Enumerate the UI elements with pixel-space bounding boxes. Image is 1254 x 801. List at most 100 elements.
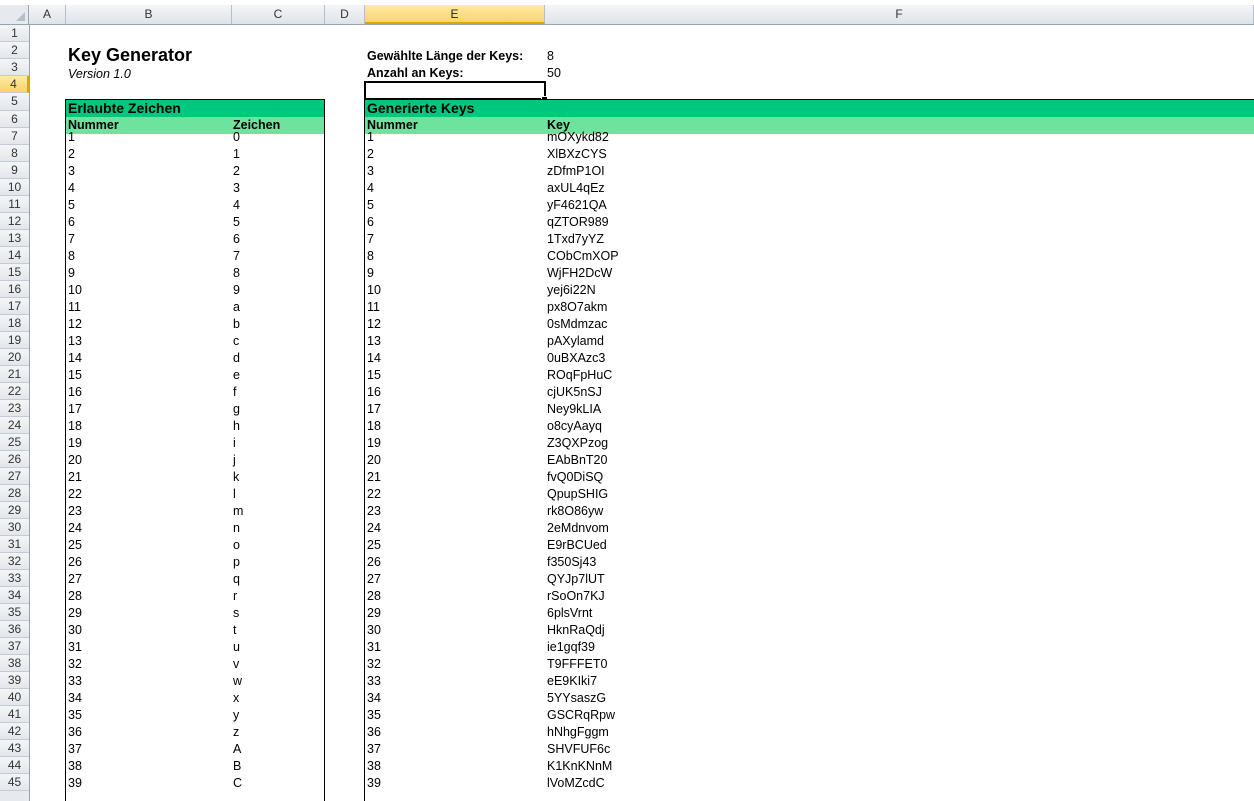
key-row-nummer[interactable]: 36 bbox=[367, 724, 381, 741]
row-header-38[interactable]: 38 bbox=[0, 655, 29, 672]
row-header-18[interactable]: 18 bbox=[0, 315, 29, 332]
key-row-nummer[interactable]: 6 bbox=[367, 214, 374, 231]
allowed-row-value[interactable]: 6 bbox=[233, 231, 240, 248]
allowed-row-nummer[interactable]: 15 bbox=[68, 367, 82, 384]
key-row-value[interactable]: HknRaQdj bbox=[547, 622, 605, 639]
row-header-36[interactable]: 36 bbox=[0, 621, 29, 638]
row-header-33[interactable]: 33 bbox=[0, 570, 29, 587]
allowed-row-nummer[interactable]: 32 bbox=[68, 656, 82, 673]
allowed-row-nummer[interactable]: 24 bbox=[68, 520, 82, 537]
key-row-nummer[interactable]: 4 bbox=[367, 180, 374, 197]
allowed-row-nummer[interactable]: 14 bbox=[68, 350, 82, 367]
key-row-nummer[interactable]: 8 bbox=[367, 248, 374, 265]
allowed-row-value[interactable]: q bbox=[233, 571, 240, 588]
key-row-value[interactable]: ie1gqf39 bbox=[547, 639, 595, 656]
allowed-row-nummer[interactable]: 31 bbox=[68, 639, 82, 656]
column-header-c[interactable]: C bbox=[232, 5, 325, 24]
column-header-a[interactable]: A bbox=[29, 5, 66, 24]
row-header-4[interactable]: 4 bbox=[0, 76, 29, 93]
allowed-row-value[interactable]: 5 bbox=[233, 214, 240, 231]
row-header-13[interactable]: 13 bbox=[0, 230, 29, 247]
key-row-value[interactable]: 2eMdnvom bbox=[547, 520, 609, 537]
key-row-nummer[interactable]: 13 bbox=[367, 333, 381, 350]
allowed-row-value[interactable]: x bbox=[233, 690, 239, 707]
key-row-nummer[interactable]: 23 bbox=[367, 503, 381, 520]
key-row-value[interactable]: ROqFpHuC bbox=[547, 367, 612, 384]
allowed-row-nummer[interactable]: 29 bbox=[68, 605, 82, 622]
key-row-nummer[interactable]: 3 bbox=[367, 163, 374, 180]
row-header-10[interactable]: 10 bbox=[0, 179, 29, 196]
column-header-f[interactable]: F bbox=[545, 5, 1254, 24]
row-header-34[interactable]: 34 bbox=[0, 587, 29, 604]
allowed-row-nummer[interactable]: 3 bbox=[68, 163, 75, 180]
key-row-value[interactable]: eE9KIki7 bbox=[547, 673, 597, 690]
allowed-row-nummer[interactable]: 12 bbox=[68, 316, 82, 333]
allowed-row-value[interactable]: C bbox=[233, 775, 242, 792]
row-header-32[interactable]: 32 bbox=[0, 553, 29, 570]
key-row-value[interactable]: QpupSHIG bbox=[547, 486, 608, 503]
key-row-value[interactable]: K1KnKNnM bbox=[547, 758, 612, 775]
key-row-nummer[interactable]: 24 bbox=[367, 520, 381, 537]
key-row-nummer[interactable]: 21 bbox=[367, 469, 381, 486]
allowed-row-value[interactable]: o bbox=[233, 537, 240, 554]
count-value[interactable]: 50 bbox=[547, 65, 561, 82]
allowed-row-nummer[interactable]: 16 bbox=[68, 384, 82, 401]
key-row-value[interactable]: XlBXzCYS bbox=[547, 146, 607, 163]
allowed-row-nummer[interactable]: 11 bbox=[68, 299, 81, 316]
allowed-row-nummer[interactable]: 8 bbox=[68, 248, 75, 265]
allowed-row-value[interactable]: y bbox=[233, 707, 239, 724]
allowed-row-value[interactable]: w bbox=[233, 673, 242, 690]
cell-grid[interactable]: Key Generator Version 1.0 Gewählte Länge… bbox=[30, 25, 1254, 801]
row-header-44[interactable]: 44 bbox=[0, 757, 29, 774]
allowed-row-value[interactable]: t bbox=[233, 622, 236, 639]
key-row-value[interactable]: GSCRqRpw bbox=[547, 707, 615, 724]
allowed-row-nummer[interactable]: 19 bbox=[68, 435, 82, 452]
spreadsheet[interactable]: A B C D E F 1 2 3 4 5 6 7 8 9 10 11 12 13 14 15 16 17 18 1… bbox=[0, 5, 1254, 801]
key-row-value[interactable]: fvQ0DiSQ bbox=[547, 469, 603, 486]
allowed-row-nummer[interactable]: 36 bbox=[68, 724, 82, 741]
row-header-14[interactable]: 14 bbox=[0, 247, 29, 264]
key-row-nummer[interactable]: 38 bbox=[367, 758, 381, 775]
row-header-42[interactable]: 42 bbox=[0, 723, 29, 740]
allowed-row-value[interactable]: s bbox=[233, 605, 239, 622]
allowed-row-value[interactable]: j bbox=[233, 452, 236, 469]
key-row-nummer[interactable]: 28 bbox=[367, 588, 381, 605]
allowed-row-value[interactable]: d bbox=[233, 350, 240, 367]
allowed-row-nummer[interactable]: 20 bbox=[68, 452, 82, 469]
allowed-row-nummer[interactable]: 7 bbox=[68, 231, 75, 248]
key-row-value[interactable]: hNhgFggm bbox=[547, 724, 609, 741]
allowed-row-value[interactable]: m bbox=[233, 503, 243, 520]
allowed-row-value[interactable]: 4 bbox=[233, 197, 240, 214]
row-header-25[interactable]: 25 bbox=[0, 434, 29, 451]
key-row-value[interactable]: px8O7akm bbox=[547, 299, 607, 316]
key-row-nummer[interactable]: 2 bbox=[367, 146, 374, 163]
allowed-row-nummer[interactable]: 23 bbox=[68, 503, 82, 520]
allowed-row-value[interactable]: r bbox=[233, 588, 237, 605]
allowed-row-value[interactable]: b bbox=[233, 316, 240, 333]
column-header-e[interactable]: E bbox=[365, 5, 545, 24]
length-value[interactable]: 8 bbox=[547, 48, 554, 65]
allowed-row-value[interactable]: i bbox=[233, 435, 236, 452]
row-header-16[interactable]: 16 bbox=[0, 281, 29, 298]
allowed-row-nummer[interactable]: 13 bbox=[68, 333, 82, 350]
key-row-nummer[interactable]: 22 bbox=[367, 486, 381, 503]
key-row-value[interactable]: zDfmP1OI bbox=[547, 163, 605, 180]
key-row-nummer[interactable]: 32 bbox=[367, 656, 381, 673]
key-row-value[interactable]: Ney9kLIA bbox=[547, 401, 601, 418]
key-row-nummer[interactable]: 27 bbox=[367, 571, 381, 588]
allowed-row-value[interactable]: f bbox=[233, 384, 236, 401]
allowed-row-value[interactable]: 8 bbox=[233, 265, 240, 282]
row-header-31[interactable]: 31 bbox=[0, 536, 29, 553]
allowed-row-value[interactable]: k bbox=[233, 469, 239, 486]
key-row-value[interactable]: yej6i22N bbox=[547, 282, 596, 299]
row-header-1[interactable]: 1 bbox=[0, 25, 29, 42]
row-header-8[interactable]: 8 bbox=[0, 145, 29, 162]
row-header-5[interactable]: 5 bbox=[0, 93, 29, 111]
key-row-nummer[interactable]: 37 bbox=[367, 741, 381, 758]
row-header-24[interactable]: 24 bbox=[0, 417, 29, 434]
allowed-row-nummer[interactable]: 30 bbox=[68, 622, 82, 639]
key-row-value[interactable]: SHVFUF6c bbox=[547, 741, 610, 758]
allowed-row-nummer[interactable]: 25 bbox=[68, 537, 82, 554]
allowed-row-nummer[interactable]: 21 bbox=[68, 469, 82, 486]
allowed-row-nummer[interactable]: 10 bbox=[68, 282, 82, 299]
